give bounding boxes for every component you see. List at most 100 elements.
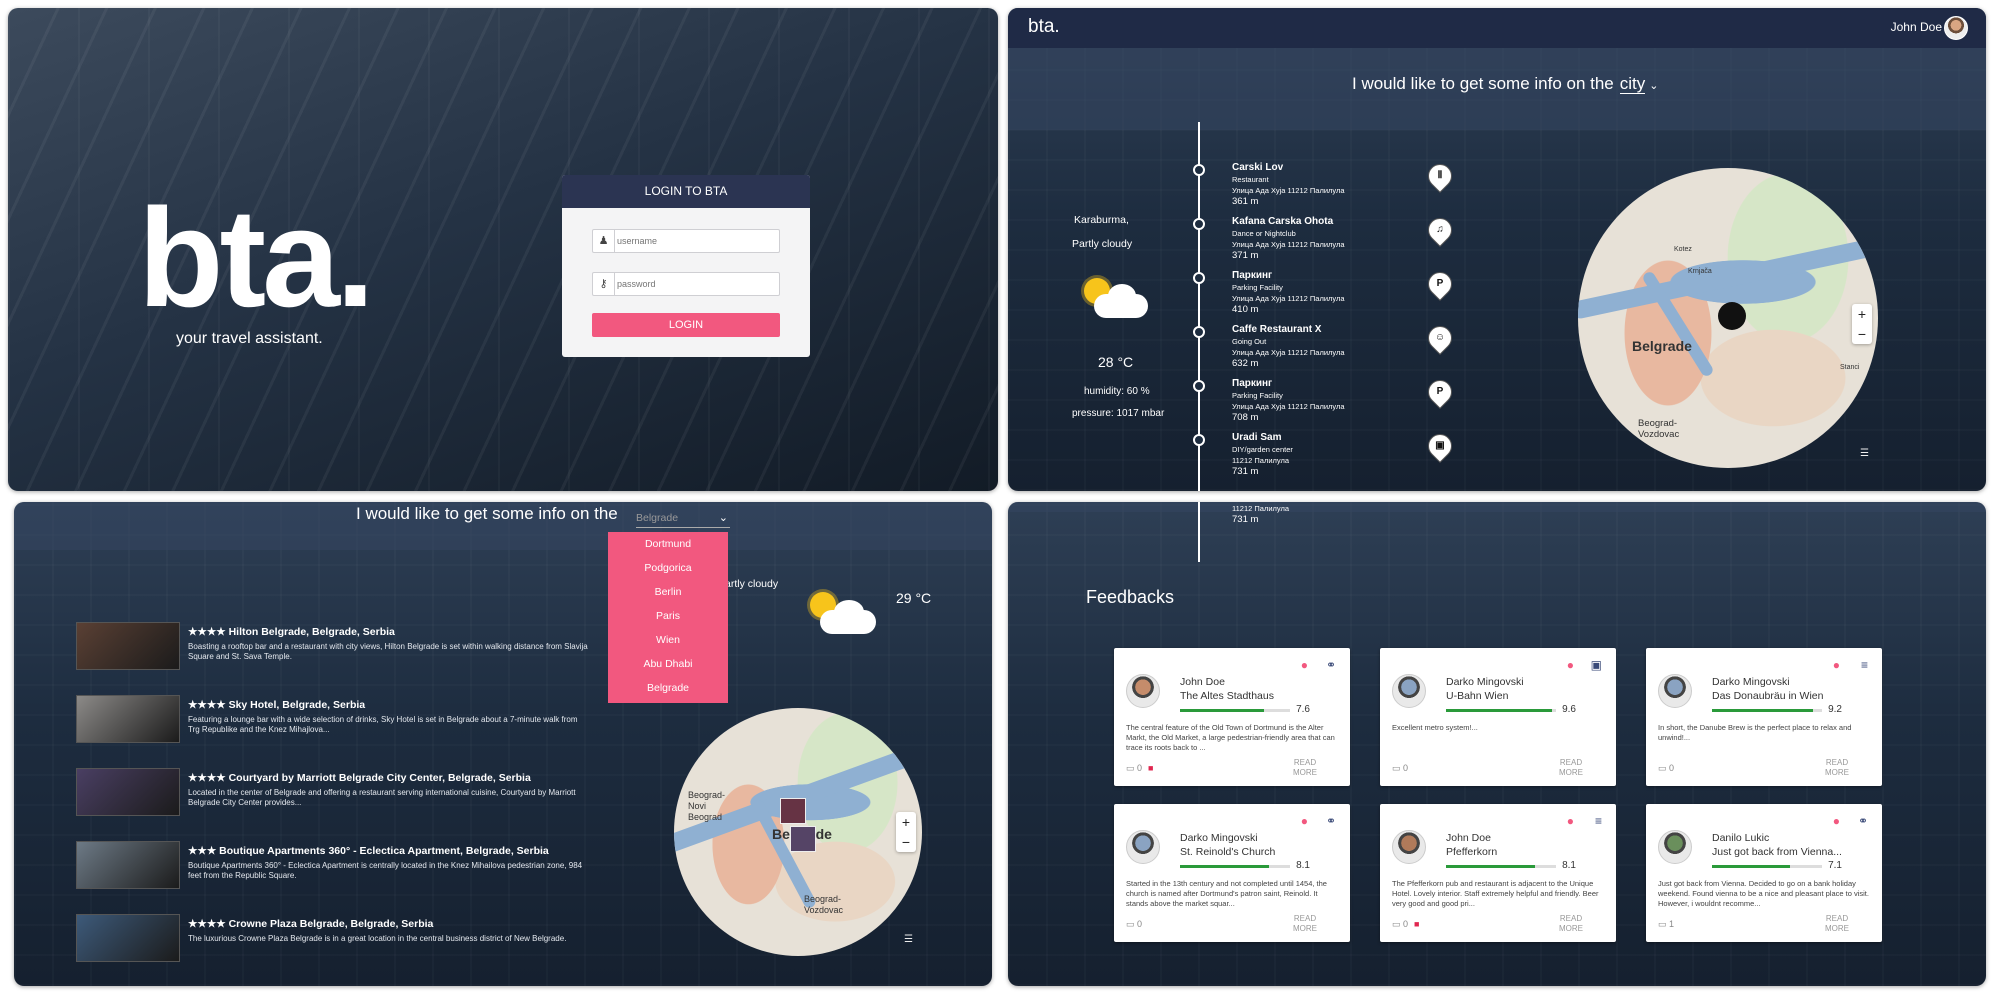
- partly-cloudy-icon: [804, 588, 880, 642]
- map-pin-icon[interactable]: ●: [1833, 658, 1840, 672]
- read-more-link[interactable]: READ MORE: [1288, 914, 1322, 934]
- username-input[interactable]: [617, 232, 777, 250]
- feedback-user: Darko Mingovski: [1180, 832, 1258, 844]
- comments[interactable]: ▭ 0: [1392, 763, 1408, 774]
- feedbacks-screen: 11212 Палилула 731 m Feedbacks ● ⚭ John Doe…: [1008, 502, 1986, 986]
- city-select[interactable]: Belgrade ⌄: [636, 512, 730, 528]
- place-name[interactable]: Carski Lov: [1232, 161, 1345, 174]
- hotel-title[interactable]: ★★★ Boutique Apartments 360° - Eclectica…: [188, 845, 549, 857]
- nightclub-icon[interactable]: ♫: [1423, 213, 1457, 247]
- place-item[interactable]: Паркинг Parking Facility Улица Ада Хуја 11…: [1232, 269, 1345, 315]
- mask-icon[interactable]: ☺: [1423, 321, 1457, 355]
- dropdown-option[interactable]: Belgrade: [608, 676, 728, 700]
- bag-icon[interactable]: ▣: [1423, 429, 1457, 463]
- map-label-krnjaca: Krnjača: [1688, 268, 1712, 275]
- map-pin-icon[interactable]: ●: [1567, 658, 1574, 672]
- comments[interactable]: ▭ 1: [1658, 919, 1674, 930]
- hotels-map[interactable]: Belgrade Beograd-Novi Beograd Beograd-Vo…: [674, 708, 922, 956]
- city-select-link[interactable]: city: [1619, 74, 1646, 94]
- hotel-title[interactable]: ★★★★ Courtyard by Marriott Belgrade City…: [188, 772, 531, 784]
- trash-icon[interactable]: ■: [1148, 763, 1153, 773]
- comment-icon[interactable]: ▭: [1126, 919, 1135, 929]
- comments[interactable]: ▭ 0 ■: [1392, 919, 1419, 930]
- hotel-thumbnail[interactable]: [76, 622, 180, 670]
- dropdown-option[interactable]: Berlin: [608, 580, 728, 604]
- comment-icon[interactable]: ▭: [1392, 763, 1401, 773]
- place-name[interactable]: Паркинг: [1232, 377, 1345, 390]
- place-item[interactable]: Uradi Sam DIY/garden center 11212 Палилула…: [1232, 431, 1293, 477]
- city-map[interactable]: Belgrade Beograd-Vozdovac Kotez Krnjača …: [1578, 168, 1878, 468]
- hotel-item[interactable]: ★★★★ Hilton Belgrade, Belgrade, Serbia Bo…: [76, 622, 606, 672]
- feedback-card[interactable]: ● ≡ John Doe Pfefferkorn 8.1 The Pfefferkorn …: [1380, 804, 1616, 942]
- place-name[interactable]: Паркинг: [1232, 269, 1345, 282]
- comment-icon[interactable]: ▭: [1126, 763, 1135, 773]
- dropdown-option[interactable]: Dortmund: [608, 532, 728, 556]
- place-item[interactable]: Паркинг Parking Facility Улица Ада Хуја 11…: [1232, 377, 1345, 423]
- hotel-title[interactable]: ★★★★ Sky Hotel, Belgrade, Serbia: [188, 699, 365, 711]
- feedback-card[interactable]: ● ⚭ John Doe The Altes Stadthaus 7.6 The cent…: [1114, 648, 1350, 786]
- trash-icon[interactable]: ■: [1414, 919, 1419, 929]
- comment-icon[interactable]: ▭: [1658, 763, 1667, 773]
- map-zoom-control[interactable]: + −: [896, 812, 916, 852]
- chevron-down-icon[interactable]: ⌄: [1649, 80, 1658, 92]
- dropdown-option[interactable]: Podgorica: [608, 556, 728, 580]
- place-name[interactable]: Uradi Sam: [1232, 431, 1293, 444]
- hotel-title[interactable]: ★★★★ Hilton Belgrade, Belgrade, Serbia: [188, 626, 395, 638]
- read-more-link[interactable]: READ MORE: [1820, 758, 1854, 778]
- score-bar: [1180, 865, 1290, 868]
- hotel-item[interactable]: ★★★ Boutique Apartments 360° - Eclectica…: [76, 841, 606, 891]
- hotel-item[interactable]: ★★★★ Crowne Plaza Belgrade, Belgrade, Se…: [76, 914, 606, 964]
- hotel-item[interactable]: ★★★★ Courtyard by Marriott Belgrade City…: [76, 768, 606, 818]
- parking-icon[interactable]: P: [1423, 375, 1457, 409]
- map-hotel-marker[interactable]: [790, 826, 816, 852]
- hotel-thumbnail[interactable]: [76, 768, 180, 816]
- feedback-card[interactable]: ● ⚭ Darko Mingovski St. Reinold's Church 8.1…: [1114, 804, 1350, 942]
- read-more-link[interactable]: READ MORE: [1554, 758, 1588, 778]
- place-name[interactable]: Caffe Restaurant X: [1232, 323, 1345, 336]
- login-button[interactable]: LOGIN: [592, 313, 780, 337]
- hotel-thumbnail[interactable]: [76, 914, 180, 962]
- dropdown-option[interactable]: Abu Dhabi: [608, 652, 728, 676]
- read-more-link[interactable]: READ MORE: [1288, 758, 1322, 778]
- hotel-thumbnail[interactable]: [76, 841, 180, 889]
- comments[interactable]: ▭ 0: [1658, 763, 1674, 774]
- dropdown-option[interactable]: Wien: [608, 628, 728, 652]
- layers-icon[interactable]: ☰: [1860, 448, 1869, 459]
- feedback-card[interactable]: ● ▣ Darko Mingovski U-Bahn Wien 9.6 Excellent…: [1380, 648, 1616, 786]
- feedback-text: The central feature of the Old Town of D…: [1126, 723, 1335, 752]
- password-input[interactable]: [617, 275, 777, 293]
- feedback-card[interactable]: ● ≡ Darko Mingovski Das Donaubräu in Wien 9.…: [1646, 648, 1882, 786]
- dropdown-option[interactable]: Paris: [608, 604, 728, 628]
- comments[interactable]: ▭ 0 ■: [1126, 763, 1153, 774]
- place-item[interactable]: Carski Lov Restaurant Улица Ада Хуја 11212…: [1232, 161, 1345, 207]
- comment-icon[interactable]: ▭: [1392, 919, 1401, 929]
- password-field[interactable]: ⚷: [592, 272, 780, 296]
- place-item[interactable]: Caffe Restaurant X Going Out Улица Ада Хуј…: [1232, 323, 1345, 369]
- brand-logo[interactable]: bta.: [1028, 16, 1060, 38]
- parking-icon[interactable]: P: [1423, 267, 1457, 301]
- hotel-item[interactable]: ★★★★ Sky Hotel, Belgrade, Serbia Featurin…: [76, 695, 606, 745]
- feedback-card[interactable]: ● ⚭ Danilo Lukic Just got back from Vienna.…: [1646, 804, 1882, 942]
- read-more-link[interactable]: READ MORE: [1820, 914, 1854, 934]
- comments[interactable]: ▭ 0: [1126, 919, 1142, 930]
- comment-icon[interactable]: ▭: [1658, 919, 1667, 929]
- place-item[interactable]: Kafana Carska Ohota Dance or Nightclub Ули…: [1232, 215, 1345, 261]
- user-avatar[interactable]: [1944, 16, 1968, 40]
- map-pin-icon[interactable]: ●: [1301, 814, 1308, 828]
- hotel-thumbnail[interactable]: [76, 695, 180, 743]
- layers-icon[interactable]: ☰: [904, 934, 913, 945]
- map-pin-icon[interactable]: ●: [1567, 814, 1574, 828]
- hotel-title[interactable]: ★★★★ Crowne Plaza Belgrade, Belgrade, Se…: [188, 918, 433, 930]
- user-name[interactable]: John Doe: [1891, 20, 1942, 34]
- cutlery-icon[interactable]: Ⅱ: [1423, 159, 1457, 193]
- read-more-link[interactable]: READ MORE: [1554, 914, 1588, 934]
- map-zoom-control[interactable]: + −: [1852, 304, 1872, 344]
- username-field[interactable]: ♟: [592, 229, 780, 253]
- comment-count: 0: [1669, 763, 1675, 773]
- map-pin-icon[interactable]: ●: [1301, 658, 1308, 672]
- map-pin-icon[interactable]: ●: [1833, 814, 1840, 828]
- map-marker-cluster[interactable]: [1718, 302, 1746, 330]
- feedback-text: Just got back from Vienna. Decided to go…: [1658, 879, 1869, 908]
- map-hotel-marker[interactable]: [780, 798, 806, 824]
- place-name[interactable]: Kafana Carska Ohota: [1232, 215, 1345, 228]
